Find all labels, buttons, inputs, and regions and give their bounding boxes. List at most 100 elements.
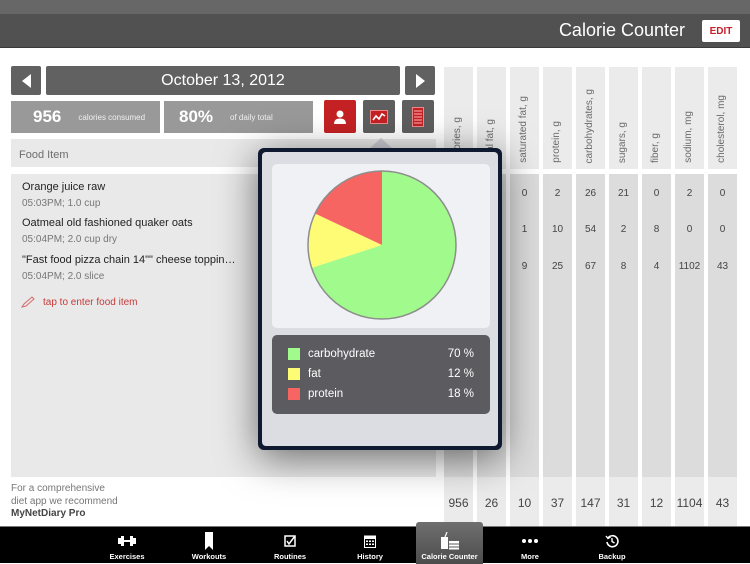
- nutrient-column-header[interactable]: cholesterol, mg: [708, 67, 737, 169]
- legend-label: fat: [308, 368, 321, 380]
- food-name: Oatmeal old fashioned quaker oats: [22, 217, 193, 229]
- nutrient-column-body: 0 8 4: [642, 174, 671, 477]
- nutrient-value: 0: [719, 224, 726, 235]
- history-icon: [605, 532, 619, 550]
- legend-item-carbohydrate: carbohydrate 70 %: [288, 346, 474, 362]
- percent-label: of daily total: [230, 112, 273, 122]
- tab-backup[interactable]: Backup: [572, 527, 652, 564]
- tab-label: Calorie Counter: [421, 552, 478, 561]
- tab-history[interactable]: History: [330, 527, 410, 564]
- food-detail: 05:04PM; 2.0 slice: [22, 271, 105, 282]
- person-icon: [334, 110, 346, 124]
- date-label[interactable]: October 13, 2012: [46, 66, 400, 95]
- tab-bar: Exercises Workouts Routines History Calo…: [0, 522, 750, 564]
- nutrient-column: sugars, g 21 2 8 31: [609, 67, 638, 529]
- nutrient-column-body: 26 54 67: [576, 174, 605, 477]
- add-food-label: tap to enter food item: [43, 296, 138, 308]
- nutrient-value: 54: [584, 224, 597, 235]
- promo-text[interactable]: For a comprehensive diet app we recommen…: [11, 483, 118, 521]
- tab-calorie-counter[interactable]: Calorie Counter: [416, 522, 483, 564]
- tab-workouts[interactable]: Workouts: [169, 527, 249, 564]
- nutrient-column-header[interactable]: carbohydrates, g: [576, 67, 605, 169]
- chart-legend: carbohydrate 70 % fat 12 % protein 18 %: [272, 335, 490, 414]
- calories-label: calories consumed: [78, 112, 146, 122]
- nutrient-column: fiber, g 0 8 4 12: [642, 67, 671, 529]
- nutrient-value: 26: [584, 188, 597, 199]
- pie-chart: [307, 170, 457, 320]
- nutrient-value: 8: [620, 261, 627, 272]
- legend-label: protein: [308, 388, 344, 400]
- tab-label: Backup: [598, 552, 626, 561]
- tab-label: Routines: [273, 552, 307, 561]
- nutrient-total: 1104: [675, 477, 704, 529]
- tab-label: Exercises: [109, 552, 145, 561]
- legend-swatch: [288, 368, 300, 380]
- nutrient-column-header[interactable]: protein, g: [543, 67, 572, 169]
- tab-exercises[interactable]: Exercises: [87, 527, 167, 564]
- nutrient-header-label: carbohydrates, g: [584, 88, 595, 164]
- tab-routines[interactable]: Routines: [250, 527, 330, 564]
- nutrient-value: 9: [521, 261, 528, 272]
- food-item[interactable]: Oatmeal old fashioned quaker oats 05:04P…: [22, 217, 193, 245]
- food-detail: 05:04PM; 2.0 cup dry: [22, 234, 118, 245]
- legend-value: 70 %: [447, 348, 474, 360]
- nutrient-value: 25: [551, 261, 564, 272]
- calories-value: 956: [33, 107, 62, 126]
- nutrient-total: 37: [543, 477, 572, 529]
- food-name: Orange juice raw: [22, 181, 106, 193]
- tab-label: History: [357, 552, 383, 561]
- nutrient-column: carbohydrates, g 26 54 67 147: [576, 67, 605, 529]
- food-item[interactable]: "Fast food pizza chain 14"" cheese toppi…: [22, 254, 236, 282]
- chart-view-button[interactable]: [363, 100, 395, 133]
- nutrient-total: 12: [642, 477, 671, 529]
- nutrient-value: 8: [653, 224, 660, 235]
- chart-icon: [370, 109, 388, 124]
- nutrient-column: cholesterol, mg 0 0 43 43: [708, 67, 737, 529]
- arrow-left-icon: [21, 73, 31, 88]
- nutrient-column-body: 0 1 9: [510, 174, 539, 477]
- tab-label: Workouts: [191, 552, 227, 561]
- nutrient-value: 0: [653, 188, 660, 199]
- pencil-icon: [21, 296, 35, 308]
- nutrient-value: 2: [620, 224, 627, 235]
- nutrient-column: saturated fat, g 0 1 9 10: [510, 67, 539, 529]
- page-title: Calorie Counter: [558, 20, 685, 40]
- food-item[interactable]: Orange juice raw 05:03PM; 1.0 cup: [22, 181, 105, 209]
- nutrient-total: 10: [510, 477, 539, 529]
- nutrient-total: 147: [576, 477, 605, 529]
- nutrient-column-header[interactable]: sugars, g: [609, 67, 638, 169]
- list-view-button[interactable]: [402, 100, 434, 133]
- add-food-item-button[interactable]: tap to enter food item: [21, 296, 138, 308]
- legend-item-fat: fat 12 %: [288, 366, 474, 382]
- nutrient-total: 26: [477, 477, 506, 529]
- nutrient-column-body: 0 0 43: [708, 174, 737, 477]
- legend-label: carbohydrate: [308, 348, 376, 360]
- food-name: "Fast food pizza chain 14"" cheese toppi…: [22, 254, 236, 266]
- food-icon: [440, 532, 460, 550]
- dumbbell-icon: [117, 532, 137, 550]
- nutrient-value: 2: [686, 188, 693, 199]
- nutrient-value: 2: [554, 188, 561, 199]
- nutrient-column-body: 2 0 1102: [675, 174, 704, 477]
- tab-more[interactable]: More: [490, 527, 570, 564]
- nutrient-header-label: cholesterol, mg: [716, 95, 727, 163]
- next-day-button[interactable]: [405, 66, 435, 95]
- nutrient-header-label: sugars, g: [617, 121, 628, 163]
- nutrient-column-header[interactable]: saturated fat, g: [510, 67, 539, 169]
- nutrient-column: sodium, mg 2 0 1102 1104: [675, 67, 704, 529]
- checkbox-icon: [284, 532, 296, 550]
- edit-button[interactable]: EDIT: [702, 20, 740, 42]
- nutrient-column-header[interactable]: fiber, g: [642, 67, 671, 169]
- profile-view-button[interactable]: [324, 100, 356, 133]
- promo-app-name: MyNetDiary Pro: [11, 508, 86, 519]
- nutrient-column-header[interactable]: sodium, mg: [675, 67, 704, 169]
- nutrient-value: 1: [521, 224, 528, 235]
- macronutrient-popover: carbohydrate 70 % fat 12 % protein 18 %: [258, 148, 502, 450]
- calories-consumed-box: 956 calories consumed: [11, 101, 160, 133]
- previous-day-button[interactable]: [11, 66, 41, 95]
- nutrient-value: 0: [521, 188, 528, 199]
- calendar-icon: [364, 532, 376, 550]
- legend-swatch: [288, 388, 300, 400]
- nutrient-value: 4: [653, 261, 660, 272]
- nutrient-value: 10: [551, 224, 564, 235]
